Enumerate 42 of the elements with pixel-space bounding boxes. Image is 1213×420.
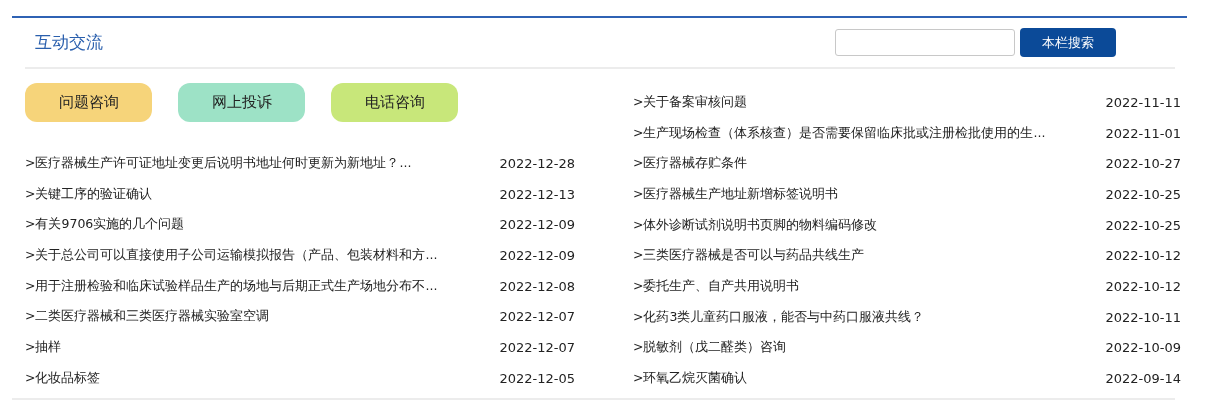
article-date: 2022-12-13 (499, 186, 575, 202)
article-date: 2022-12-28 (499, 155, 575, 171)
article-date: 2022-10-12 (1105, 248, 1181, 264)
article-link[interactable]: >用于注册检验和临床试验样品生产的场地与后期正式生产场地分布不... (25, 277, 438, 295)
section-title: 互动交流 (34, 31, 103, 54)
article-date: 2022-12-05 (499, 370, 575, 386)
search-field[interactable] (835, 29, 1015, 56)
category-button[interactable]: 网上投诉 (178, 83, 305, 122)
article-link[interactable]: >医疗器械存贮条件 (633, 155, 748, 173)
article-link[interactable]: >医疗器械生产地址新增标签说明书 (633, 185, 839, 203)
article-date: 2022-10-27 (1105, 156, 1181, 172)
article-link[interactable]: >关于备案审核问题 (633, 93, 748, 111)
article-link[interactable]: >医疗器械生产许可证地址变更后说明书地址何时更新为新地址？... (25, 154, 412, 172)
article-link[interactable]: >二类医疗器械和三类医疗器械实验室空调 (25, 308, 270, 326)
article-link[interactable]: >体外诊断试剂说明书页脚的物料编码修改 (633, 216, 878, 234)
article-link[interactable]: >抽样 (25, 338, 62, 356)
article-date: 2022-10-09 (1105, 340, 1181, 356)
search-button[interactable]: 本栏搜索 (1020, 28, 1116, 57)
article-date: 2022-12-09 (499, 217, 575, 233)
article-link[interactable]: >环氧乙烷灭菌确认 (633, 370, 748, 388)
article-link[interactable]: >关于总公司可以直接使用子公司运输模拟报告（产品、包装材料和方... (25, 246, 438, 264)
article-link[interactable]: >委托生产、自产共用说明书 (633, 277, 800, 295)
article-date: 2022-10-25 (1105, 217, 1181, 233)
article-link[interactable]: >化妆品标签 (25, 369, 101, 387)
article-date: 2022-10-25 (1105, 186, 1181, 202)
article-link[interactable]: >化药3类儿童药口服液，能否与中药口服液共线？ (633, 308, 925, 326)
category-button[interactable]: 问题咨询 (25, 83, 152, 122)
category-button[interactable]: 电话咨询 (331, 83, 458, 122)
article-link[interactable]: >脱敏剂（戊二醛类）咨询 (633, 339, 787, 357)
article-date: 2022-12-09 (499, 247, 575, 263)
article-date: 2022-11-11 (1105, 94, 1181, 110)
article-link[interactable]: >关键工序的验证确认 (25, 185, 153, 203)
article-date: 2022-12-07 (499, 339, 575, 355)
article-date: 2022-11-01 (1105, 125, 1181, 141)
article-date: 2022-10-12 (1105, 278, 1181, 294)
article-link[interactable]: >生产现场检查（体系核查）是否需要保留临床批或注册检批使用的生... (633, 124, 1046, 142)
article-date: 2022-12-08 (499, 278, 575, 294)
article-link[interactable]: >三类医疗器械是否可以与药品共线生产 (633, 247, 865, 265)
article-date: 2022-12-07 (499, 309, 575, 325)
article-link[interactable]: >有关9706实施的几个问题 (25, 216, 185, 234)
article-date: 2022-10-11 (1105, 309, 1181, 325)
article-date: 2022-09-14 (1105, 371, 1181, 387)
